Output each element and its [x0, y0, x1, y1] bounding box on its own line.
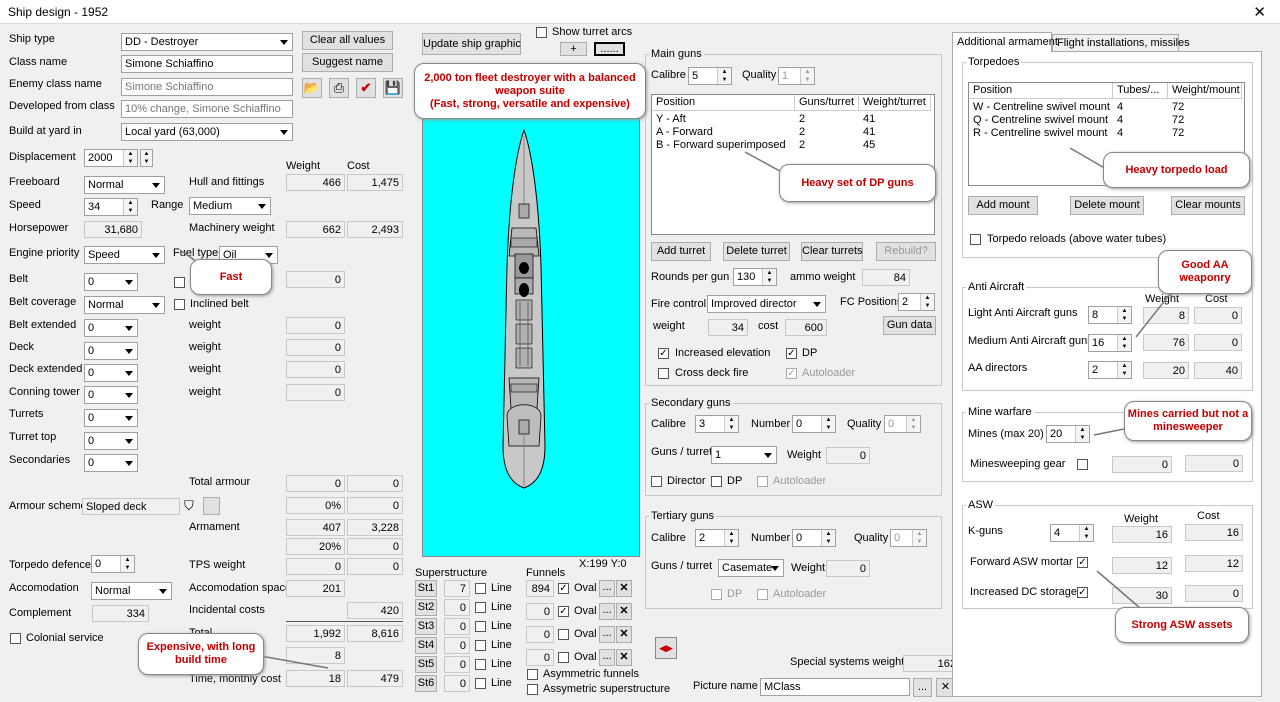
- callout-expensive: Expensive, with long build time: [138, 633, 264, 675]
- callout-torpedo: Heavy torpedo load: [1103, 152, 1250, 188]
- pointer-aa: [1135, 293, 1171, 338]
- callout-asw: Strong ASW assets: [1115, 607, 1249, 643]
- callout-mines: Mines carried but not a minesweeper: [1124, 401, 1252, 441]
- callout-fast: Fast: [190, 259, 272, 295]
- pointer-expensive: [254, 654, 329, 669]
- pointer-asw: [1096, 570, 1141, 609]
- callout-title: 2,000 ton fleet destroyer with a balance…: [414, 63, 646, 119]
- callout-dp-guns: Heavy set of DP guns: [779, 164, 936, 202]
- callout-aa: Good AA weaponry: [1158, 250, 1252, 294]
